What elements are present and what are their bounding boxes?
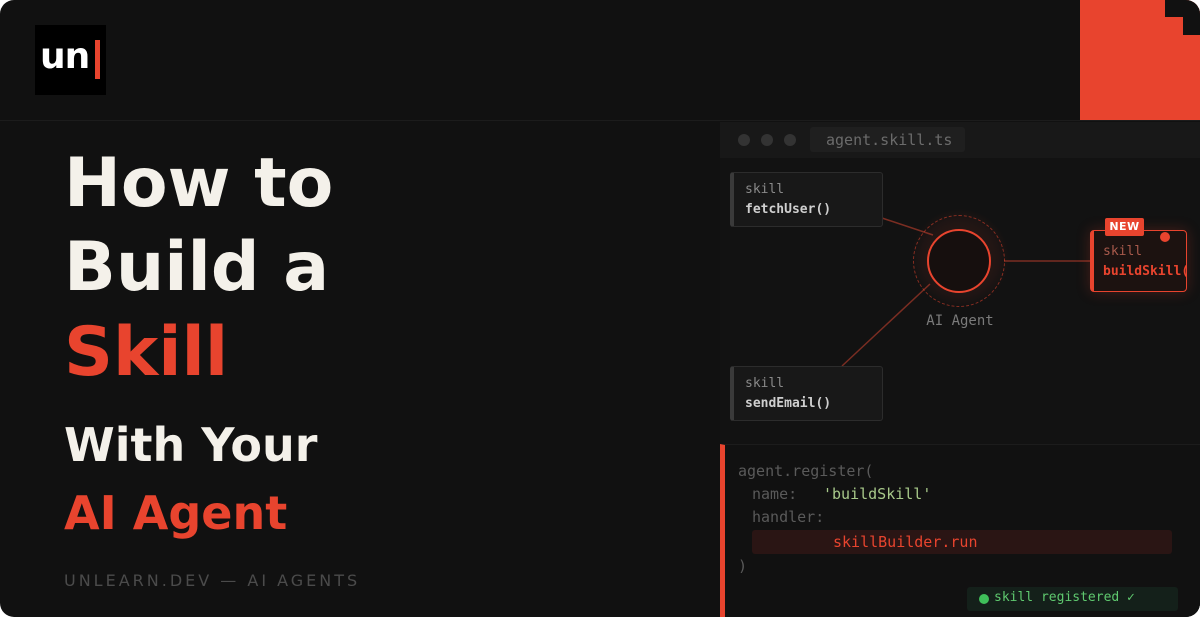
node-function-name: sendEmail(): [745, 396, 832, 411]
agent-node[interactable]: [927, 229, 991, 293]
thumbnail-card: un How to Build a Skill With Your AI Age…: [0, 0, 1200, 617]
window-dot-minimize[interactable]: [761, 134, 773, 146]
connector-sendemail: [841, 283, 931, 367]
node-function-name: buildSkill(): [1103, 264, 1186, 279]
code-line-register: agent.register(: [738, 462, 874, 480]
brand-logo: un: [35, 25, 106, 95]
window-dot-maximize[interactable]: [784, 134, 796, 146]
skill-graph: skill fetchUser() skill sendEmail() AI A…: [720, 158, 1200, 444]
new-badge: NEW: [1105, 218, 1144, 236]
logo-text: un: [40, 36, 90, 77]
window-dot-close[interactable]: [738, 134, 750, 146]
skill-node-buildskill[interactable]: skill buildSkill(): [1090, 230, 1187, 292]
code-line-close: ): [738, 557, 748, 575]
subheadline-highlight: AI Agent: [64, 486, 288, 540]
headline-highlight: Skill: [64, 313, 229, 392]
headline-line-1: How to: [64, 144, 334, 223]
node-function-name: fetchUser(): [745, 202, 832, 217]
status-dot-icon: [1160, 232, 1170, 242]
success-dot-icon: [979, 594, 989, 604]
node-type-label: skill: [745, 376, 785, 391]
code-snippet: agent.register( name: 'buildSkill' handl…: [720, 444, 1200, 617]
corner-notch: [1183, 17, 1200, 35]
code-handler-key: handler:: [752, 508, 825, 526]
file-tab[interactable]: agent.skill.ts: [810, 127, 965, 152]
node-type-label: skill: [1103, 244, 1143, 259]
skill-node-fetchuser[interactable]: skill fetchUser(): [730, 172, 883, 227]
headline-line-2: Build a: [64, 228, 330, 307]
file-tab-label: agent.skill.ts: [826, 131, 953, 149]
status-text: skill registered ✓: [994, 590, 1135, 605]
code-name-value: 'buildSkill': [823, 485, 932, 503]
editor-panel: agent.skill.ts skill fetchUser() skill s…: [720, 122, 1200, 617]
logo-cursor-bar: [95, 40, 100, 79]
skill-node-sendemail[interactable]: skill sendEmail(): [730, 366, 883, 421]
header-divider: [0, 120, 1200, 121]
code-handler-value: skillBuilder.run: [833, 533, 978, 551]
code-name-key: name:: [752, 485, 798, 503]
corner-accent-block: [1080, 0, 1200, 120]
subheadline-line-1: With Your: [64, 418, 318, 472]
status-toast: skill registered ✓: [967, 587, 1178, 611]
footer-tagline: UNLEARN.DEV — AI AGENTS: [64, 571, 361, 590]
agent-label: AI Agent: [926, 313, 994, 329]
node-type-label: skill: [745, 182, 785, 197]
editor-titlebar: agent.skill.ts: [720, 122, 1200, 158]
corner-notch: [1165, 0, 1200, 17]
